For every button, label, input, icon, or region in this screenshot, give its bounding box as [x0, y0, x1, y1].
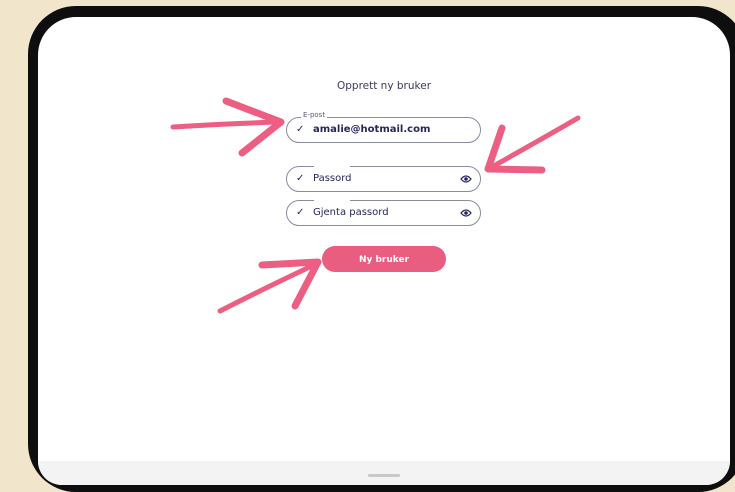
arrow-annotation-email [170, 97, 285, 157]
annotation-arrows [170, 97, 581, 314]
arrow-annotation-password [484, 115, 581, 174]
arrow-annotation-button [217, 258, 322, 314]
